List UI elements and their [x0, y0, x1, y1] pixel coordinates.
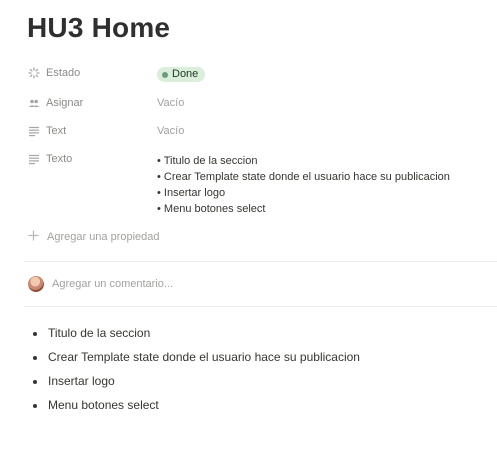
bullet-item[interactable]: Menu botones select	[47, 393, 360, 417]
bullet-item[interactable]: Insertar logo	[47, 369, 360, 393]
page: HU3 Home Estado Done Asignar Vacío Text …	[0, 0, 497, 457]
divider	[24, 306, 497, 307]
property-row-text: Text Vacío	[28, 125, 468, 137]
status-badge-label: Done	[172, 68, 199, 80]
content-bullet-list: Titulo de la seccion Crear Template stat…	[30, 321, 360, 417]
text-lines-icon	[28, 125, 40, 137]
property-name-texto[interactable]: Texto	[28, 153, 157, 165]
property-name-text[interactable]: Text	[28, 125, 157, 137]
list-item: Insertar logo	[157, 185, 450, 201]
property-label: Text	[46, 125, 67, 137]
property-row-texto: Texto Titulo de la seccion Crear Templat…	[28, 153, 468, 217]
page-title[interactable]: HU3 Home	[27, 12, 170, 44]
property-row-estado: Estado Done	[28, 67, 468, 82]
add-property-button[interactable]: Agregar una propiedad	[28, 230, 160, 244]
property-label: Texto	[46, 153, 73, 165]
status-badge[interactable]: Done	[157, 67, 206, 82]
bullet-item[interactable]: Titulo de la seccion	[47, 321, 360, 345]
text-lines-icon	[28, 153, 40, 165]
property-value-asignar[interactable]: Vacío	[157, 97, 184, 109]
status-dot-icon	[162, 71, 168, 78]
status-icon	[28, 67, 40, 79]
avatar	[28, 276, 44, 292]
list-item: Crear Template state donde el usuario ha…	[157, 169, 450, 185]
plus-icon	[28, 230, 39, 244]
property-value-estado[interactable]: Done	[157, 67, 206, 82]
add-property-label: Agregar una propiedad	[47, 231, 160, 243]
property-label: Asignar	[46, 97, 84, 109]
property-value-texto[interactable]: Titulo de la seccion Crear Template stat…	[157, 153, 450, 217]
comment-row	[28, 276, 352, 292]
property-value-text[interactable]: Vacío	[157, 125, 184, 137]
texto-list: Titulo de la seccion Crear Template stat…	[157, 153, 450, 217]
comment-input[interactable]	[52, 278, 352, 290]
property-name-asignar[interactable]: Asignar	[28, 97, 157, 109]
property-row-asignar: Asignar Vacío	[28, 97, 468, 109]
list-item: Menu botones select	[157, 201, 450, 217]
people-icon	[28, 97, 40, 109]
divider	[24, 261, 497, 262]
list-item: Titulo de la seccion	[157, 153, 450, 169]
bullet-item[interactable]: Crear Template state donde el usuario ha…	[47, 345, 360, 369]
property-name-estado[interactable]: Estado	[28, 67, 157, 79]
property-label: Estado	[46, 67, 81, 79]
